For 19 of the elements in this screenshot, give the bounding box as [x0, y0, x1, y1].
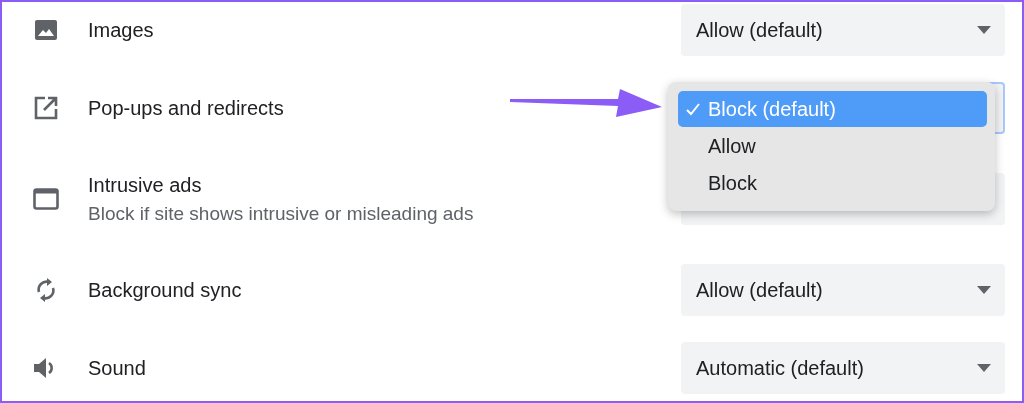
- caret-icon: [977, 286, 991, 294]
- select-dropdown[interactable]: Automatic (default): [681, 342, 1005, 394]
- sync-icon: [35, 277, 57, 303]
- setting-label: Sound: [88, 356, 146, 380]
- setting-description: Block if site shows intrusive or misleading ads: [88, 202, 474, 225]
- image-icon: [34, 19, 58, 41]
- setting-label: Images: [88, 18, 154, 42]
- menu-option[interactable]: Block: [678, 165, 987, 201]
- open-in-new-icon: [34, 96, 58, 120]
- menu-option[interactable]: Allow: [678, 128, 987, 164]
- caret-icon: [977, 364, 991, 372]
- setting-label: Intrusive ads: [88, 173, 202, 197]
- checkmark-icon: [686, 102, 700, 116]
- select-dropdown[interactable]: Allow (default): [681, 264, 1005, 316]
- caret-icon: [977, 26, 991, 34]
- setting-label: Pop-ups and redirects: [88, 96, 284, 120]
- setting-label: Background sync: [88, 278, 242, 302]
- browser-window-icon: [33, 188, 59, 210]
- select-dropdown[interactable]: Allow (default): [681, 4, 1005, 56]
